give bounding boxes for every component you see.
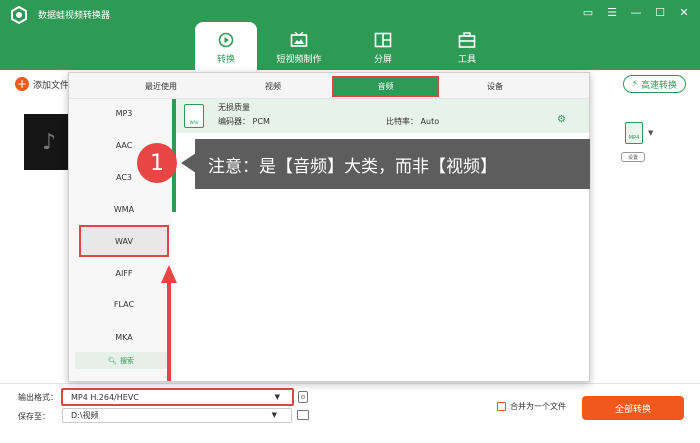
fast-convert-button[interactable]: ⚡ 高速转换	[622, 75, 686, 93]
output-format-preview: MP4 ▼ 设置	[620, 120, 654, 166]
merge-label: 合并为一个文件	[510, 402, 566, 411]
chevron-down-icon[interactable]: ▼	[648, 129, 653, 137]
open-folder-icon[interactable]	[297, 410, 309, 420]
output-format-select[interactable]: MP4 H.264/HEVC ▼	[61, 388, 294, 406]
menu-icon[interactable]: ☰	[604, 4, 620, 20]
app-title: 数据蛙视频转换器	[38, 11, 111, 21]
wav-file-icon: WAV	[184, 104, 204, 128]
format-category-list: MP3 AAC AC3 WMA WAV AIFF FLAC MKA 🔍︎ 搜索	[69, 99, 172, 381]
tab-video-maker[interactable]: 短视频制作	[257, 22, 341, 70]
category-mp3[interactable]: MP3	[79, 99, 169, 127]
mp4-format-icon[interactable]: MP4	[625, 122, 643, 144]
format-option-name: 无损质量	[218, 103, 250, 112]
feedback-icon[interactable]: ▭	[580, 4, 596, 20]
settings-label: 设置	[627, 154, 638, 161]
step-badge: 1	[137, 143, 177, 183]
tab-label: 短视频制作	[276, 55, 322, 65]
category-mka[interactable]: MKA	[79, 323, 169, 351]
close-icon[interactable]: ✕	[676, 4, 692, 20]
maximize-icon[interactable]: ☐	[652, 4, 668, 20]
app-logo-icon	[11, 6, 27, 24]
tab-label: 转换	[216, 55, 235, 65]
minimize-icon[interactable]: —	[628, 4, 644, 20]
save-to-label: 保存至：	[18, 412, 50, 421]
format-panel: 最近使用 视频 音频 设备 MP3 AAC AC3 WMA WAV AIFF F…	[68, 72, 590, 382]
convert-all-button[interactable]: 全部转换	[582, 396, 684, 420]
format-bitrate: 比特率： Auto	[386, 117, 440, 126]
fast-convert-label: 高速转换	[640, 80, 677, 91]
red-arrow-icon	[161, 265, 177, 381]
tab-video[interactable]: 视频	[265, 81, 281, 92]
settings-button[interactable]: 设置	[621, 152, 645, 162]
split-screen-icon	[374, 32, 392, 48]
search-icon: 🔍︎	[108, 356, 117, 365]
format-encoder: 编码器： PCM	[218, 117, 270, 126]
add-file-label: 添加文件	[33, 80, 70, 91]
dropdown-caret-icon: ▼	[274, 393, 280, 401]
gear-icon[interactable]: ⚙	[557, 114, 566, 125]
window-controls: ▭ ☰ — ☐ ✕	[580, 4, 692, 20]
annotation-callout: 注意：是【音频】大类，而非【视频】	[195, 139, 590, 189]
tab-label: 工具	[457, 55, 476, 65]
dropdown-caret-icon: ▼	[271, 411, 277, 419]
category-wav[interactable]: WAV	[79, 225, 169, 257]
main-tabs: 转换 短视频制作 分屏 工具	[195, 22, 509, 70]
search-label: 搜索	[119, 356, 134, 365]
tab-audio[interactable]: 音频	[332, 76, 439, 97]
save-path-select[interactable]: D:\视频 ▼	[62, 408, 292, 423]
callout-pointer	[181, 153, 196, 173]
tab-recent[interactable]: 最近使用	[145, 81, 177, 92]
format-tabs: 最近使用 视频 音频 设备	[69, 73, 589, 99]
format-settings-icon[interactable]: ⚙	[298, 391, 308, 403]
search-button[interactable]: 🔍︎ 搜索	[75, 352, 167, 369]
lightning-icon: ⚡	[631, 79, 638, 89]
format-badge: MP4	[628, 135, 640, 141]
convert-icon	[218, 32, 234, 48]
merge-checkbox[interactable]	[497, 402, 506, 411]
category-wma[interactable]: WMA	[79, 195, 169, 223]
merge-option[interactable]: 合并为一个文件	[497, 401, 566, 412]
music-note-icon: ♪	[41, 129, 57, 155]
tab-tools[interactable]: 工具	[425, 22, 509, 70]
output-format-value: MP4 H.264/HEVC	[71, 392, 139, 402]
category-flac[interactable]: FLAC	[79, 290, 169, 318]
video-thumbnail[interactable]: ♪	[24, 114, 74, 170]
save-path-value: D:\视频	[71, 411, 99, 420]
file-type-text: WAV	[189, 120, 199, 125]
category-aiff[interactable]: AIFF	[79, 259, 169, 287]
title-bar: 数据蛙视频转换器 ▭ ☰ — ☐ ✕ 转换 短视频制作 分屏 工具	[0, 0, 700, 70]
video-maker-icon	[290, 32, 308, 47]
tab-convert[interactable]: 转换	[195, 22, 257, 70]
format-option-row[interactable]: WAV 无损质量 编码器： PCM 比特率： Auto ⚙	[176, 99, 589, 133]
tab-device[interactable]: 设备	[487, 81, 503, 92]
output-format-label: 输出格式：	[18, 393, 58, 402]
tab-label: 分屏	[373, 55, 392, 65]
tab-split-screen[interactable]: 分屏	[341, 22, 425, 70]
toolbox-icon	[458, 32, 476, 48]
add-file-button[interactable]: + 添加文件	[15, 77, 69, 91]
plus-icon: +	[15, 77, 29, 91]
